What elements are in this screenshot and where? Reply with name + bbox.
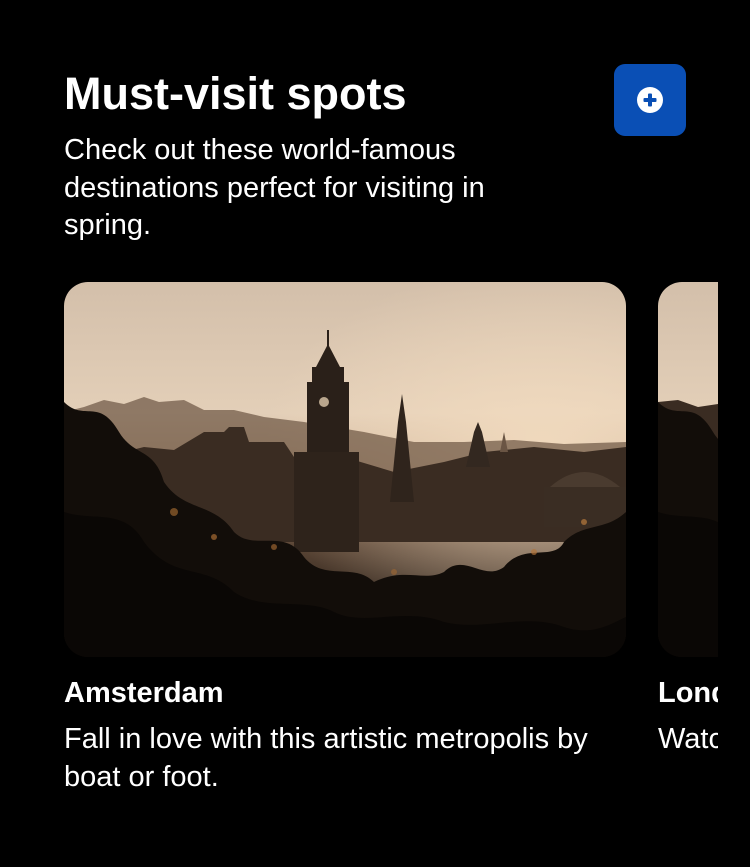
add-button[interactable] [614,64,686,136]
destination-description: Watch the world go by [658,723,718,755]
destinations-carousel[interactable]: Amsterdam Fall in love with this artisti… [64,282,718,842]
destination-card[interactable]: Amsterdam Fall in love with this artisti… [64,282,626,793]
destination-name: Amsterdam [64,677,224,709]
destination-name: London [658,677,718,709]
destination-description: Fall in love with this artistic metropol… [64,723,588,793]
page-subtitle: Check out these world-famous destination… [64,134,485,241]
destination-image [658,282,718,657]
destination-image [64,282,626,657]
destination-card[interactable]: London Watch the world go by [658,282,718,755]
plus-circle-icon [636,86,664,114]
page-title: Must-visit spots [64,68,407,119]
